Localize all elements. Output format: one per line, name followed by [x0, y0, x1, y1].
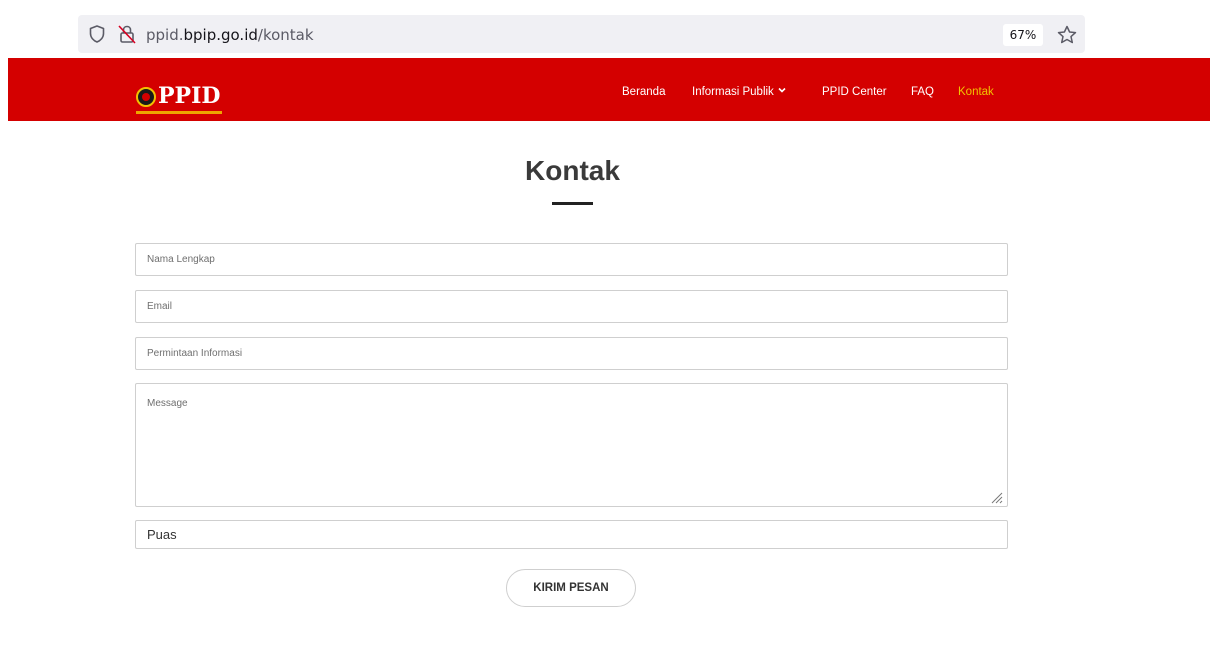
chevron-down-icon — [778, 87, 786, 93]
page-title: Kontak — [525, 155, 620, 186]
url-path: /kontak — [257, 26, 314, 44]
logo-subtitle-bar — [136, 111, 222, 114]
nav-item-ppid-center[interactable]: PPID Center — [822, 86, 887, 98]
url-domain: bpip.go.id — [183, 26, 258, 44]
browser-toolbar: ppid.bpip.go.id/kontak 67% — [0, 0, 1210, 58]
nav-item-informasi-publik[interactable]: Informasi Publik — [692, 86, 786, 98]
site-header: PPID Beranda Informasi Publik PPID Cente… — [8, 58, 1210, 121]
nav-item-kontak[interactable]: Kontak — [958, 86, 994, 98]
logo-text: PPID — [158, 83, 221, 109]
nav-item-label: Informasi Publik — [692, 86, 774, 98]
nav-item-faq[interactable]: FAQ — [911, 86, 934, 98]
url-text[interactable]: ppid.bpip.go.id/kontak — [146, 26, 314, 44]
title-divider — [552, 202, 593, 205]
email-field[interactable]: Email — [135, 290, 1008, 323]
satisfaction-select[interactable]: Puas — [135, 520, 1008, 549]
shield-icon[interactable] — [89, 25, 105, 43]
resize-handle-icon[interactable] — [989, 490, 1003, 504]
url-prefix: ppid. — [146, 26, 184, 44]
nav-item-beranda[interactable]: Beranda — [622, 86, 665, 98]
site-logo[interactable]: PPID — [136, 81, 226, 121]
star-icon[interactable] — [1057, 25, 1077, 45]
kirim-pesan-button[interactable]: KIRIM PESAN — [506, 569, 636, 607]
permintaan-informasi-field[interactable]: Permintaan Informasi — [135, 337, 1008, 370]
message-textarea[interactable]: Message — [135, 383, 1008, 507]
lock-icon[interactable] — [118, 24, 136, 44]
garuda-emblem-icon — [136, 87, 156, 107]
zoom-level-button[interactable]: 67% — [1003, 24, 1043, 46]
nama-lengkap-field[interactable]: Nama Lengkap — [135, 243, 1008, 276]
